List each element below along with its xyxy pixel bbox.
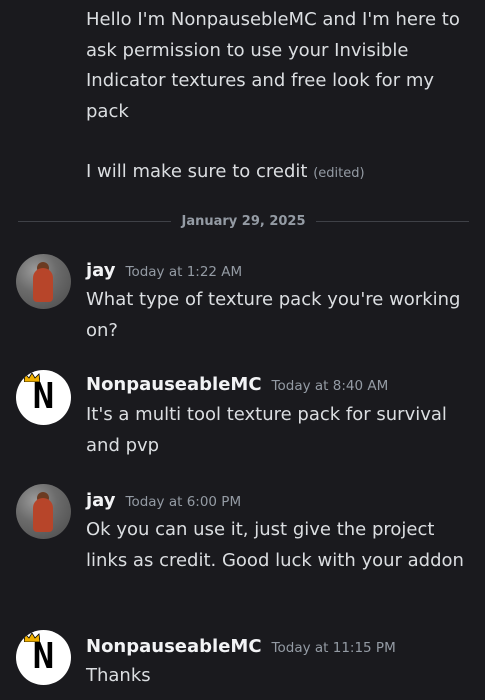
divider-date: January 29, 2025 bbox=[181, 213, 306, 229]
user-avatar[interactable]: N bbox=[16, 630, 71, 685]
user-avatar[interactable]: N bbox=[16, 370, 71, 425]
message-header: jay Today at 6:00 PM bbox=[86, 490, 241, 511]
username[interactable]: NonpauseableMC bbox=[86, 636, 262, 657]
message-text: Thanks bbox=[86, 665, 151, 686]
avatar-figure bbox=[33, 268, 53, 302]
message-text: Ok you can use it, just give the project… bbox=[86, 519, 464, 571]
message-header: NonpauseableMC Today at 8:40 AM bbox=[86, 374, 388, 395]
date-divider: January 29, 2025 bbox=[18, 210, 470, 232]
edited-label: (edited) bbox=[313, 166, 365, 181]
message-header: NonpauseableMC Today at 11:15 PM bbox=[86, 636, 396, 657]
user-avatar[interactable] bbox=[16, 484, 71, 539]
user-avatar[interactable] bbox=[16, 254, 71, 309]
timestamp[interactable]: Today at 1:22 AM bbox=[126, 264, 243, 280]
message-header: jay Today at 1:22 AM bbox=[86, 260, 242, 281]
message-text-part: I will make sure to credit bbox=[86, 161, 308, 182]
timestamp[interactable]: Today at 8:40 AM bbox=[272, 378, 389, 394]
username[interactable]: jay bbox=[86, 490, 116, 511]
username[interactable]: NonpauseableMC bbox=[86, 374, 262, 395]
avatar-letter: N bbox=[32, 636, 55, 677]
message-text: Hello I'm NonpausebleMC and I'm here to … bbox=[86, 9, 460, 122]
timestamp[interactable]: Today at 6:00 PM bbox=[126, 494, 242, 510]
username[interactable]: jay bbox=[86, 260, 116, 281]
message-text-line: I will make sure to credit (edited) bbox=[86, 157, 471, 190]
message-text: It's a multi tool texture pack for survi… bbox=[86, 404, 447, 456]
avatar-figure bbox=[33, 498, 53, 532]
divider-line bbox=[18, 220, 172, 222]
message-continuation: Hello I'm NonpausebleMC and I'm here to … bbox=[86, 5, 471, 190]
avatar-letter: N bbox=[32, 376, 55, 417]
message-text: What type of texture pack you're working… bbox=[86, 289, 461, 341]
divider-line bbox=[315, 220, 470, 222]
timestamp[interactable]: Today at 11:15 PM bbox=[272, 640, 396, 656]
